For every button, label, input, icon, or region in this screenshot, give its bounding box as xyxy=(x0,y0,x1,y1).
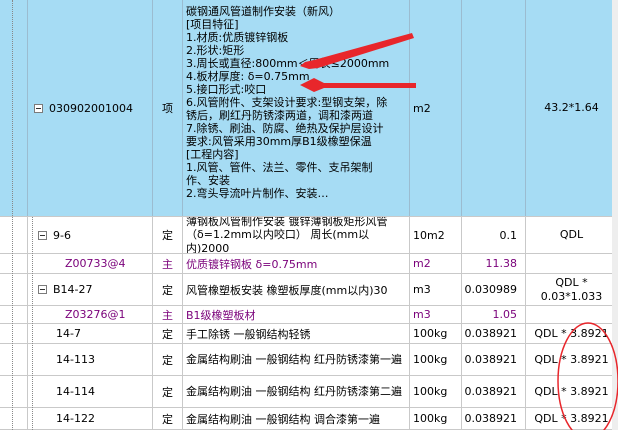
code-cell[interactable]: Z00733@4 xyxy=(28,254,153,273)
type-cell: 定 xyxy=(153,344,183,375)
desc-line: [工程内容] xyxy=(186,148,239,161)
expression-cell[interactable]: QDL * 3.8921 xyxy=(526,376,618,407)
table-row[interactable]: 14-113 定 金属结构刷油 一般钢结构 红丹防锈漆第一遍 100kg 0.0… xyxy=(0,344,618,376)
expression-cell[interactable]: QDL * 3.8921 xyxy=(526,344,618,375)
tree-cell xyxy=(0,376,28,407)
table-row[interactable]: 9-6 定 薄钢板风管制作安装 镀锌薄钢板矩形风管（δ=1.2mm以内咬口） 周… xyxy=(0,217,618,254)
unit-cell[interactable]: 100kg xyxy=(410,344,462,375)
unit-cell[interactable]: 100kg xyxy=(410,376,462,407)
quantity-cell[interactable]: 0.030989 xyxy=(462,274,526,305)
name-cell[interactable]: 手工除锈 一般钢结构轻锈 xyxy=(183,324,410,343)
item-description: 碳钢通风管道制作安装（新风） [项目特征] 1.材质:优质镀锌钢板 2.形状:矩… xyxy=(186,5,389,200)
code-cell[interactable]: B14-27 xyxy=(28,274,153,305)
desc-line: 2.形状:矩形 xyxy=(186,44,245,57)
type-cell: 主 xyxy=(153,254,183,273)
tree-cell xyxy=(0,324,28,343)
unit-cell[interactable]: m2 xyxy=(410,254,462,273)
name-cell[interactable]: 优质镀锌钢板 δ=0.75mm xyxy=(183,254,410,273)
desc-line: 碳钢通风管道制作安装（新风） xyxy=(186,5,340,18)
quantity-cell[interactable]: 1.05 xyxy=(462,306,526,323)
name-cell[interactable]: 金属结构刷油 一般钢结构 红丹防锈漆第二遍 xyxy=(183,376,410,407)
table-row[interactable]: 14-122 定 金属结构刷油 一般钢结构 调合漆第一遍 100kg 0.038… xyxy=(0,408,618,430)
expression-cell[interactable]: QDL * 0.03*1.033 xyxy=(526,274,618,305)
desc-line: 5.接口形式:咬口 xyxy=(186,83,267,96)
tree-guide-line xyxy=(12,0,13,430)
item-code: 9-6 xyxy=(53,228,71,242)
code-cell[interactable]: Z03276@1 xyxy=(28,306,153,323)
unit-cell[interactable]: m3 xyxy=(410,306,462,323)
name-cell[interactable]: 金属结构刷油 一般钢结构 红丹防锈漆第一遍 xyxy=(183,344,410,375)
table-row-bill-item[interactable]: 030902001004 项 碳钢通风管道制作安装（新风） [项目特征] 1.材… xyxy=(0,0,618,217)
desc-line: 1.风管、管件、法兰、零件、支吊架制 xyxy=(186,161,373,174)
code-cell[interactable]: 14-113 xyxy=(28,344,153,375)
tree-guide-line xyxy=(32,217,33,430)
collapse-toggle-icon[interactable] xyxy=(38,285,47,294)
name-cell[interactable]: B1级橡塑板材 xyxy=(183,306,410,323)
code-cell[interactable]: 9-6 xyxy=(28,217,153,253)
type-cell: 主 xyxy=(153,306,183,323)
type-cell: 定 xyxy=(153,217,183,253)
desc-line: 作、安装 xyxy=(186,174,230,187)
expression-cell[interactable] xyxy=(526,306,618,323)
code-cell[interactable]: 14-122 xyxy=(28,408,153,429)
quantity-cell[interactable]: 0.038921 xyxy=(462,344,526,375)
type-cell: 定 xyxy=(153,408,183,429)
unit-cell[interactable]: m3 xyxy=(410,274,462,305)
table-row-main-material[interactable]: Z03276@1 主 B1级橡塑板材 m3 1.05 xyxy=(0,306,618,324)
quantity-cell[interactable]: 0.038921 xyxy=(462,408,526,429)
name-cell[interactable]: 薄钢板风管制作安装 镀锌薄钢板矩形风管（δ=1.2mm以内咬口） 周长(mm以内… xyxy=(183,217,410,253)
unit-cell[interactable]: 10m2 xyxy=(410,217,462,253)
expression-cell[interactable]: QDL xyxy=(526,217,618,253)
unit-cell[interactable]: 100kg xyxy=(410,324,462,343)
desc-line: 锈后，刷红丹防锈漆两道，调和漆两道 xyxy=(186,109,373,122)
quota-grid: 030902001004 项 碳钢通风管道制作安装（新风） [项目特征] 1.材… xyxy=(0,0,618,430)
table-row[interactable]: B14-27 定 风管橡塑板安装 橡塑板厚度(mm以内)30 m3 0.0309… xyxy=(0,274,618,306)
name-cell[interactable]: 金属结构刷油 一般钢结构 调合漆第一遍 xyxy=(183,408,410,429)
expression-cell[interactable]: 43.2*1.64 xyxy=(526,0,618,216)
expression-cell[interactable]: QDL * 3.8921 xyxy=(526,324,618,343)
expression-cell[interactable] xyxy=(526,254,618,273)
type-cell: 定 xyxy=(153,324,183,343)
code-cell[interactable]: 14-7 xyxy=(28,324,153,343)
expression-cell[interactable]: QDL * 3.8921 xyxy=(526,408,618,429)
tree-cell xyxy=(0,274,28,305)
tree-cell xyxy=(0,254,28,273)
tree-cell xyxy=(0,306,28,323)
tree-cell xyxy=(0,344,28,375)
quantity-cell[interactable]: 0.1 xyxy=(462,217,526,253)
item-code: 030902001004 xyxy=(49,101,133,115)
table-row[interactable]: 14-114 定 金属结构刷油 一般钢结构 红丹防锈漆第二遍 100kg 0.0… xyxy=(0,376,618,408)
type-cell: 定 xyxy=(153,376,183,407)
desc-line: 2.弯头导流叶片制作、安装… xyxy=(186,187,329,200)
desc-line: 3.周长或直径:800mm＜周长≤2000mm xyxy=(186,57,390,70)
desc-line: 要求:风管采用30mm厚B1级橡塑保温 xyxy=(186,135,372,148)
quantity-cell[interactable]: 0.038921 xyxy=(462,324,526,343)
table-row[interactable]: 14-7 定 手工除锈 一般钢结构轻锈 100kg 0.038921 QDL *… xyxy=(0,324,618,344)
table-row-main-material[interactable]: Z00733@4 主 优质镀锌钢板 δ=0.75mm m2 11.38 xyxy=(0,254,618,274)
tree-cell xyxy=(0,408,28,429)
code-cell[interactable]: 030902001004 xyxy=(28,0,153,216)
tree-cell xyxy=(0,0,28,216)
vertical-scrollbar[interactable] xyxy=(612,0,618,430)
desc-line: 1.材质:优质镀锌钢板 xyxy=(186,31,289,44)
tree-cell xyxy=(0,217,28,253)
desc-line: 4.板材厚度: δ=0.75mm xyxy=(186,70,310,83)
quantity-cell[interactable] xyxy=(462,0,526,216)
quantity-cell[interactable]: 11.38 xyxy=(462,254,526,273)
unit-cell[interactable]: m2 xyxy=(410,0,462,216)
desc-line: 6.风管附件、支架设计要求:型钢支架，除 xyxy=(186,96,388,109)
description-cell[interactable]: 碳钢通风管道制作安装（新风） [项目特征] 1.材质:优质镀锌钢板 2.形状:矩… xyxy=(183,0,410,216)
unit-cell[interactable]: 100kg xyxy=(410,408,462,429)
type-cell: 定 xyxy=(153,274,183,305)
quantity-cell[interactable]: 0.038921 xyxy=(462,376,526,407)
desc-line: 7.除锈、刷油、防腐、绝热及保护层设计 xyxy=(186,122,384,135)
collapse-toggle-icon[interactable] xyxy=(34,103,43,113)
code-cell[interactable]: 14-114 xyxy=(28,376,153,407)
type-cell: 项 xyxy=(153,0,183,216)
item-code: B14-27 xyxy=(53,283,93,296)
collapse-toggle-icon[interactable] xyxy=(38,230,47,240)
desc-line: [项目特征] xyxy=(186,18,239,31)
name-cell[interactable]: 风管橡塑板安装 橡塑板厚度(mm以内)30 xyxy=(183,274,410,305)
